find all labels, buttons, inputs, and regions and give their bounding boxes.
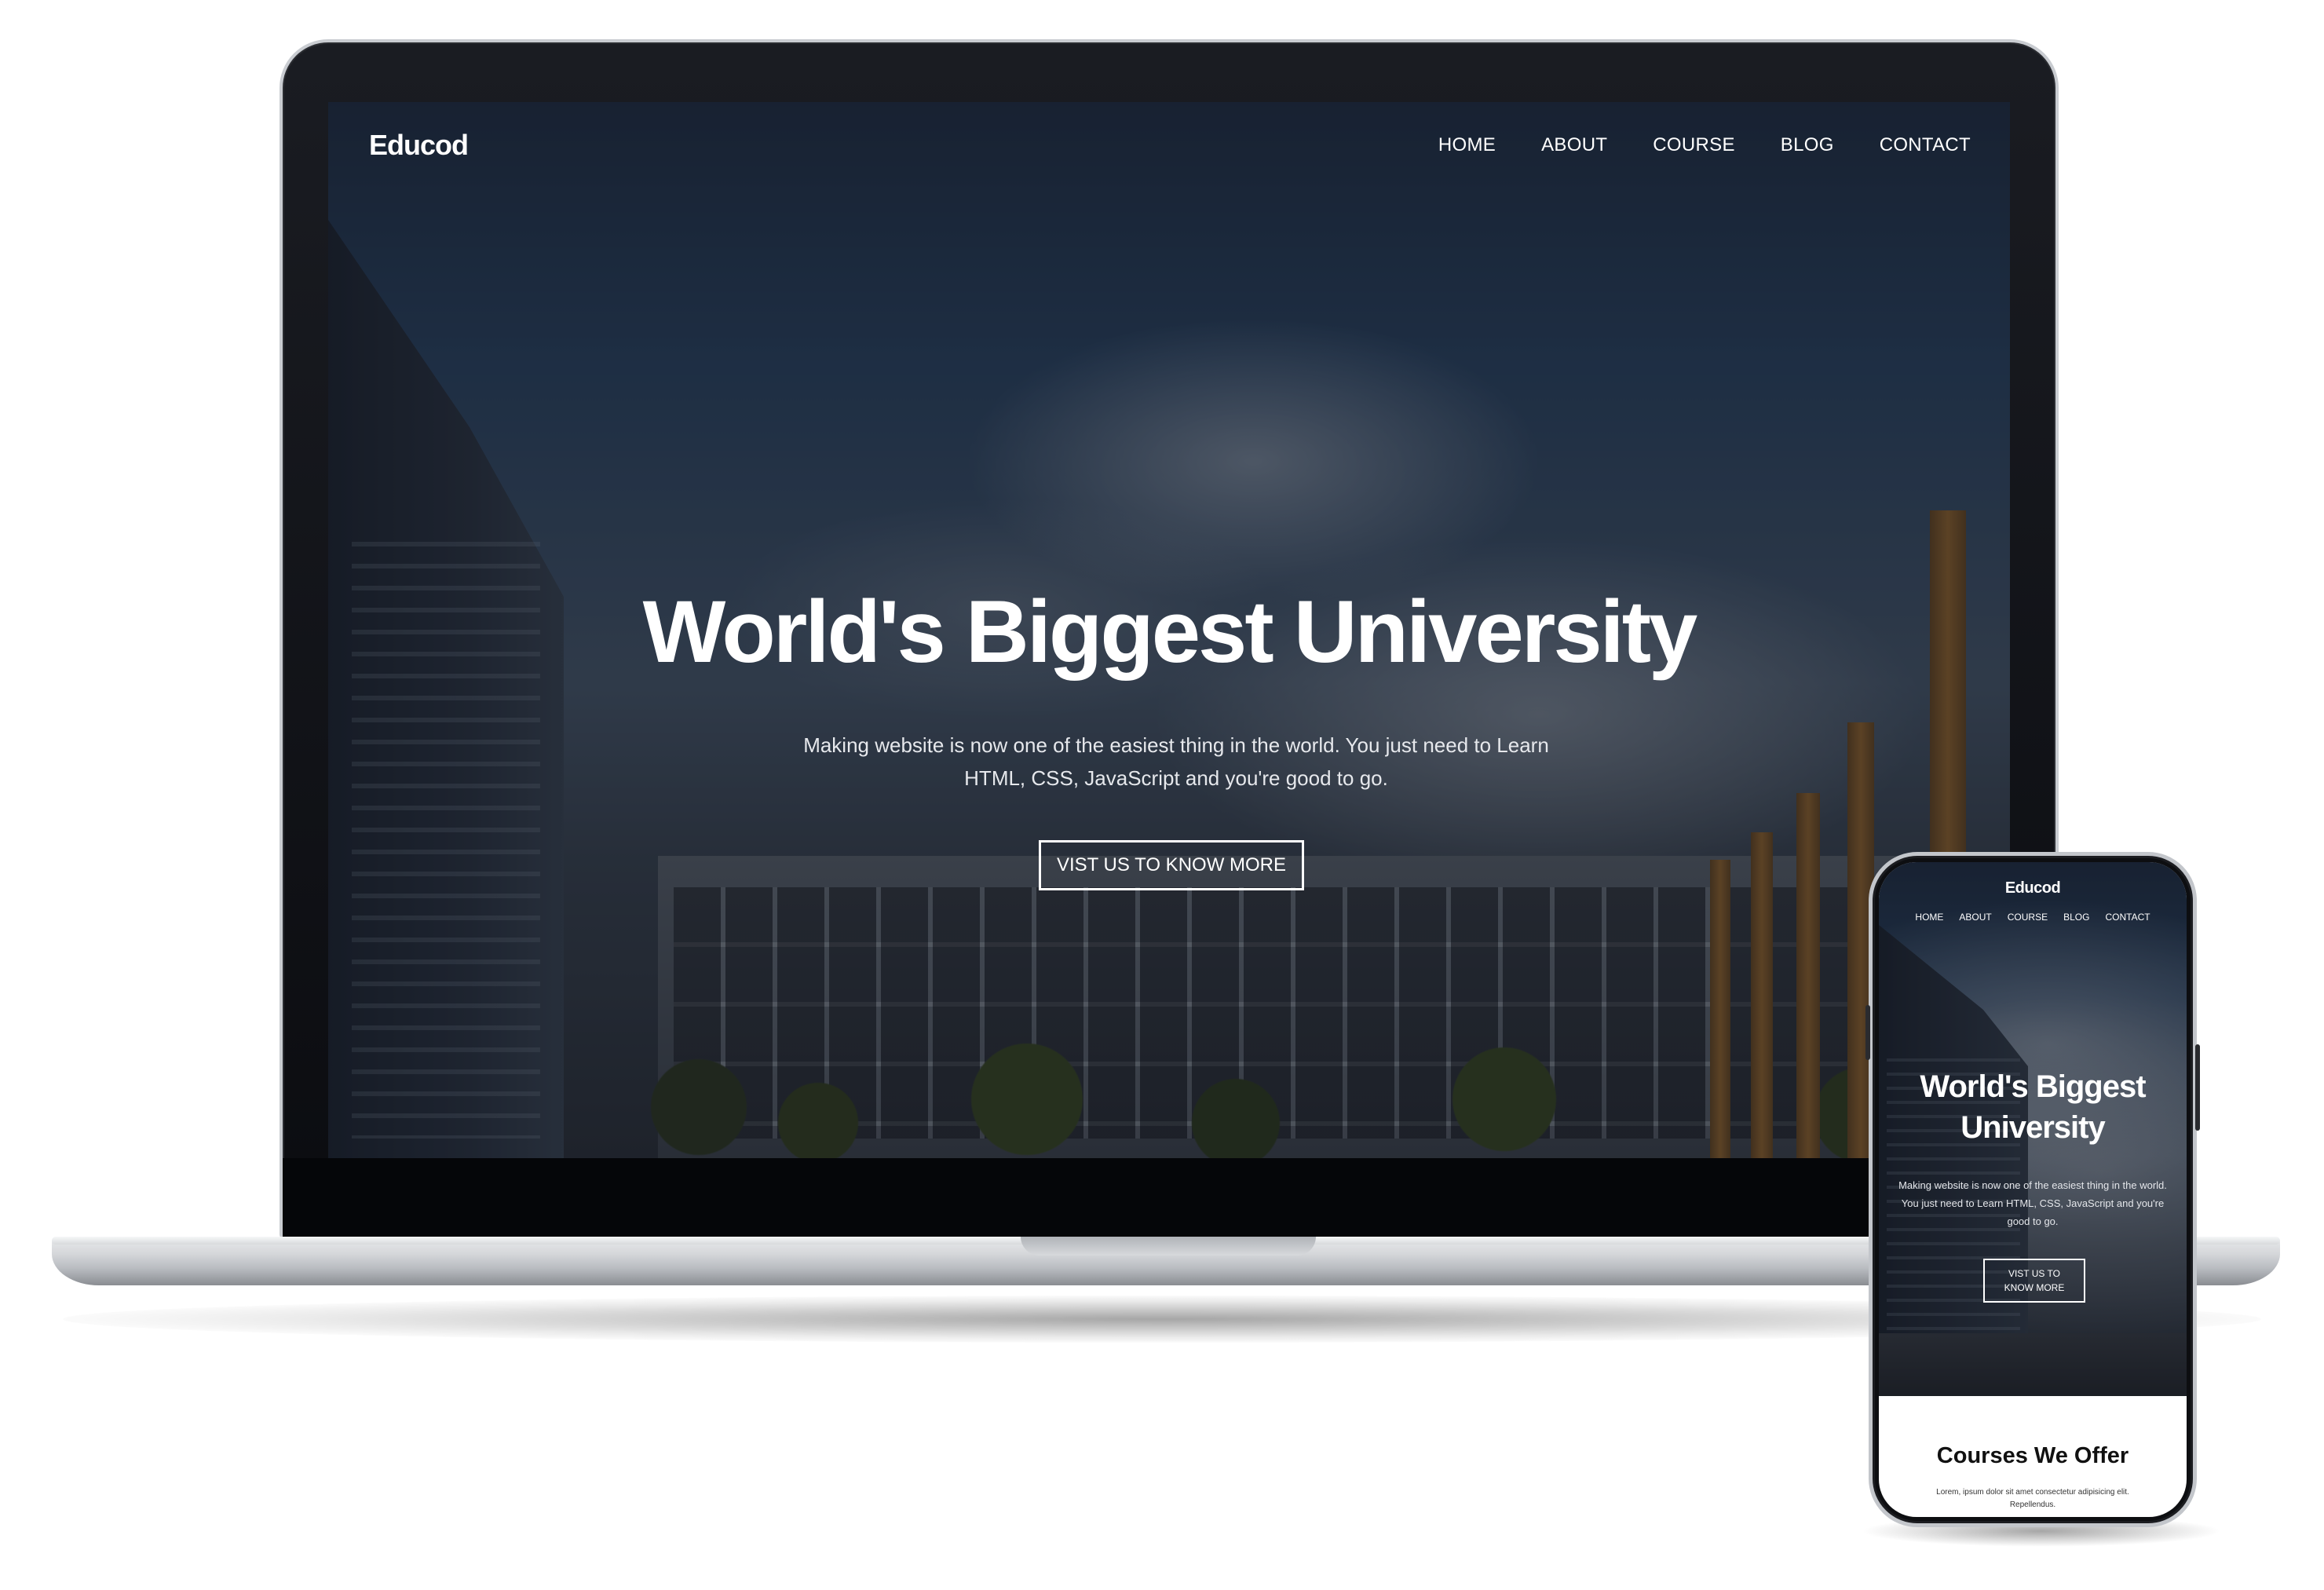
nav-home-link[interactable]: HOME [1438, 134, 1496, 156]
phone-screen: Educod HOME ABOUT COURSE BLOG CONTACT Wo… [1879, 862, 2187, 1517]
phone-button-line: VIST US TO [2008, 1268, 2060, 1279]
phone-nav-home-link[interactable]: HOME [1915, 912, 1943, 923]
laptop-opening-notch [1021, 1237, 1316, 1256]
nav-course-link[interactable]: COURSE [1653, 134, 1734, 156]
phone-nav-about-link[interactable]: ABOUT [1959, 912, 1991, 923]
nav-blog-link[interactable]: BLOG [1781, 134, 1834, 156]
hero-title: World's Biggest University [642, 583, 1698, 681]
site-menu: HOME ABOUT COURSE BLOG CONTACT [1438, 134, 1971, 156]
site-logo[interactable]: Educod [369, 129, 469, 162]
site-navbar: Educod HOME ABOUT COURSE BLOG CONTACT [328, 102, 2010, 188]
phone-nav-course-link[interactable]: COURSE [2008, 912, 2048, 923]
laptop-screen: Educod HOME ABOUT COURSE BLOG CONTACT Wo… [328, 102, 2010, 1158]
phone-button-line: KNOW MORE [2004, 1282, 2065, 1293]
phone-nav-blog-link[interactable]: BLOG [2063, 912, 2089, 923]
phone-side-button [1865, 1005, 1870, 1060]
courses-heading: Courses We Offer [1936, 1443, 2129, 1468]
phone-site-menu: HOME ABOUT COURSE BLOG CONTACT [1879, 912, 2187, 923]
phone-side-button [2195, 1044, 2200, 1131]
phone-hero-title: World's Biggest University [1879, 1066, 2187, 1148]
visit-us-button[interactable]: VIST US TO KNOW MORE [1039, 840, 1304, 890]
laptop-bezel [283, 1158, 2055, 1237]
phone-hero: Educod HOME ABOUT COURSE BLOG CONTACT Wo… [1879, 862, 2187, 1396]
phone-visit-us-button[interactable]: VIST US TO KNOW MORE [1983, 1259, 2085, 1303]
nav-about-link[interactable]: ABOUT [1541, 134, 1607, 156]
courses-description: Lorem, ipsum dolor sit amet consectetur … [1936, 1488, 2129, 1509]
phone-site-logo[interactable]: Educod [1879, 879, 2187, 897]
nav-contact-link[interactable]: CONTACT [1880, 134, 1971, 156]
phone-nav-contact-link[interactable]: CONTACT [2105, 912, 2150, 923]
hero-description: Making website is now one of the easiest… [803, 733, 1549, 790]
phone-visit-us-button-label: VIST US TO KNOW MORE [2004, 1267, 2065, 1295]
phone-hero-title-line: University [1960, 1110, 2105, 1145]
phone-hero-title-line: World's Biggest [1920, 1069, 2146, 1104]
phone-hero-description: Making website is now one of the easiest… [1898, 1179, 2167, 1227]
